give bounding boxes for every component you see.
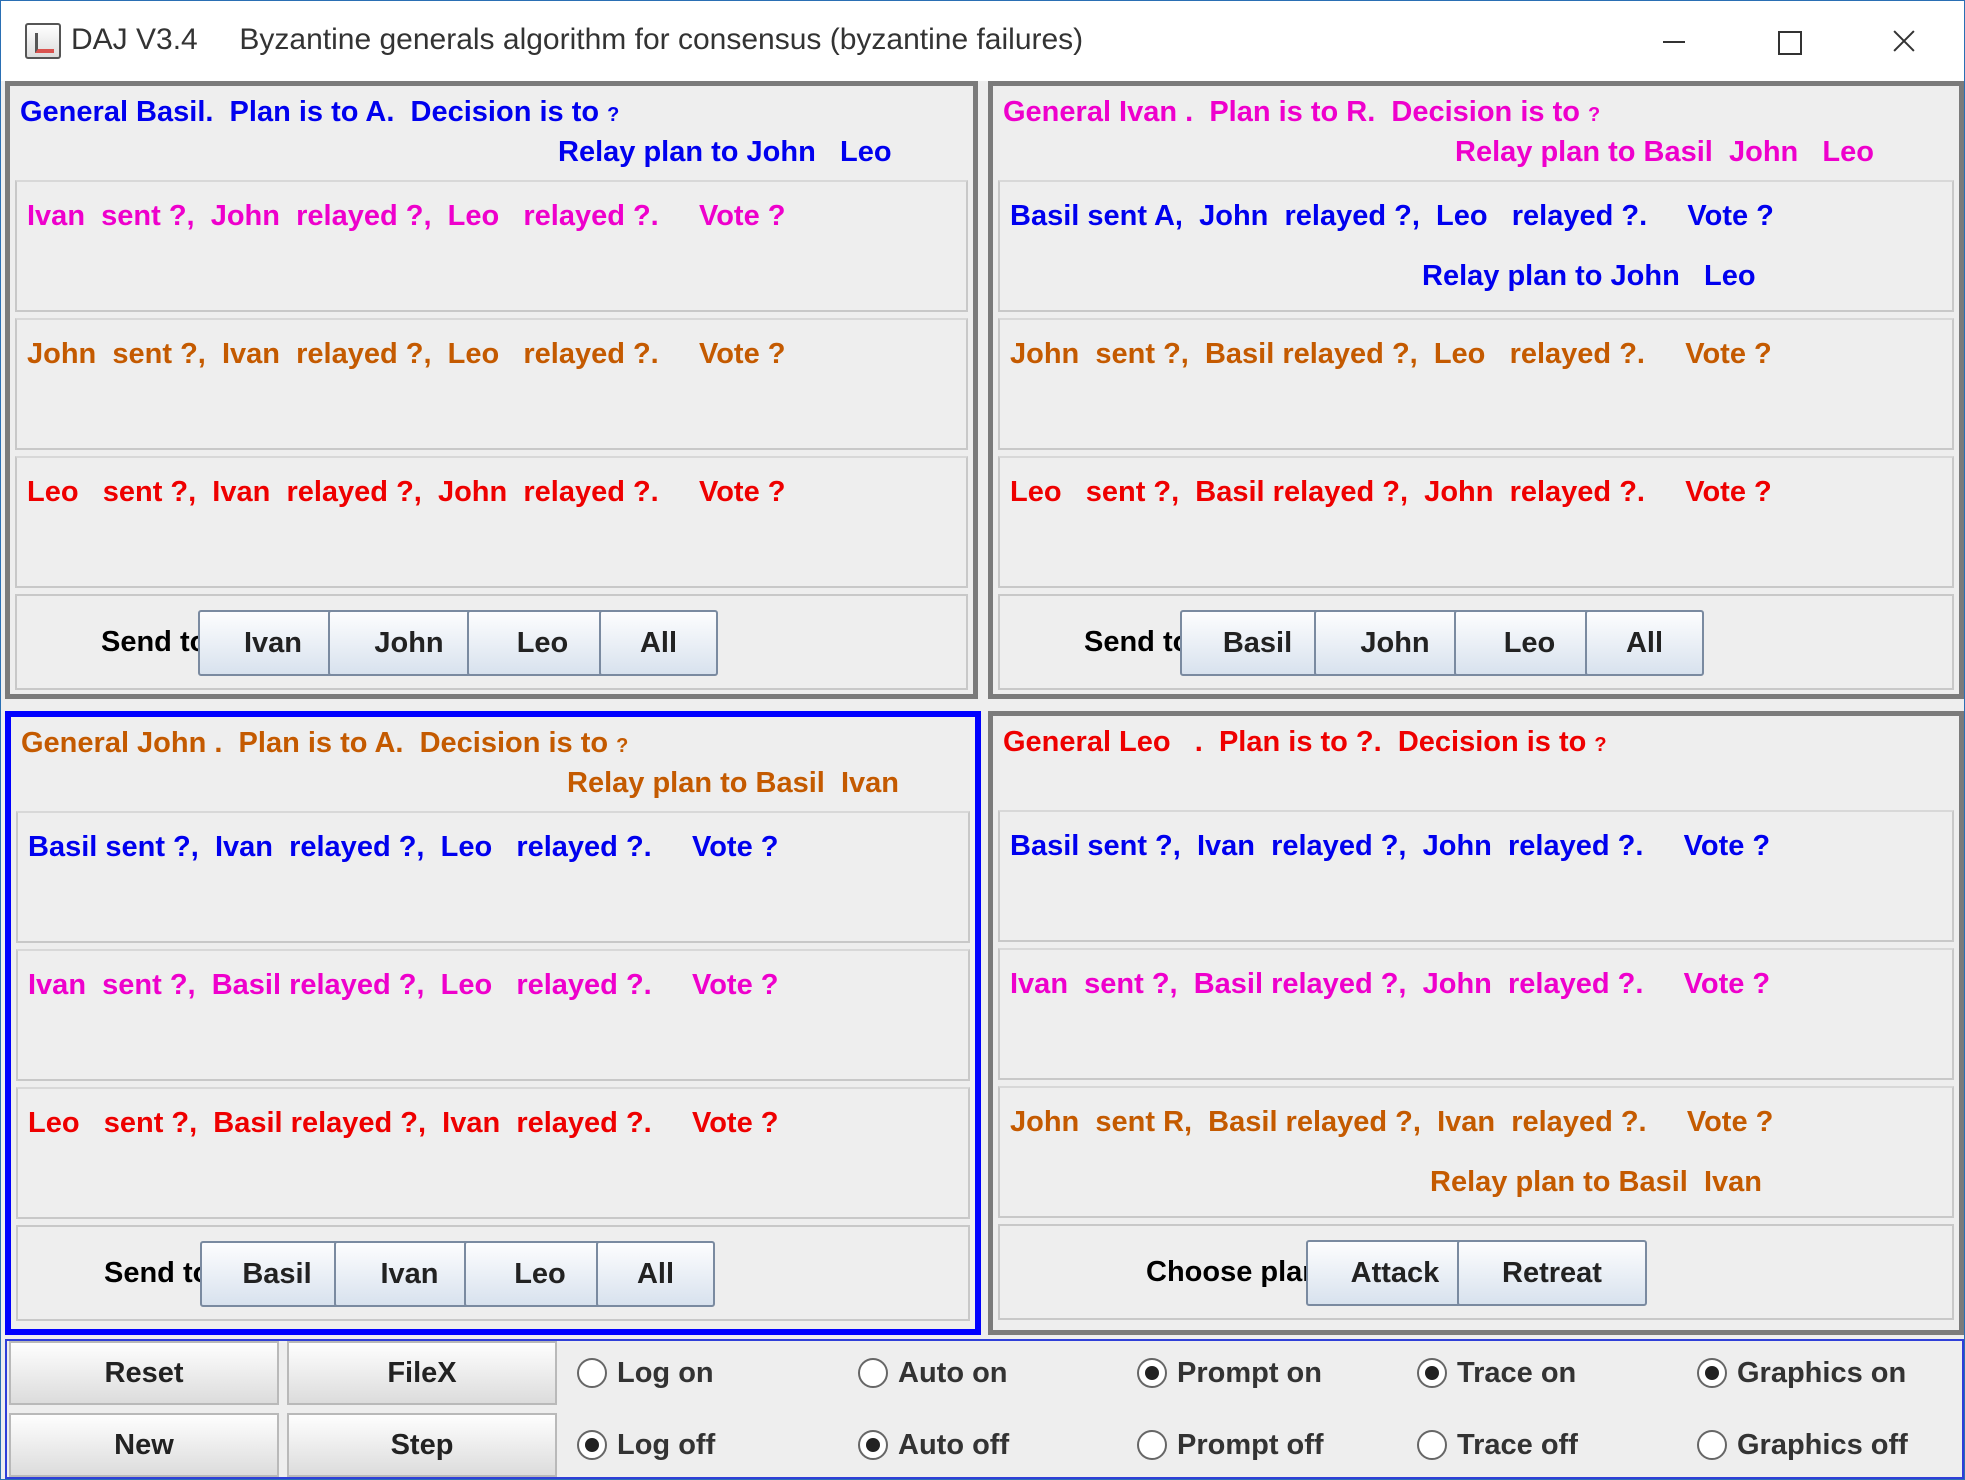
basil-message-row: Leo sent ?, Ivan relayed ?, John relayed… xyxy=(15,456,968,588)
basil-message-row: Ivan sent ?, John relayed ?, Leo relayed… xyxy=(15,180,968,312)
send-to-label: Send to xyxy=(101,626,208,658)
john-row-ivan-text: Ivan sent ?, Basil relayed ?, Leo relaye… xyxy=(28,969,779,1001)
ivan-row-basil-text: Basil sent A, John relayed ?, Leo relaye… xyxy=(1010,200,1774,232)
basil-send-ivan-button[interactable]: Ivan xyxy=(198,610,348,676)
john-message-row: Ivan sent ?, Basil relayed ?, Leo relaye… xyxy=(16,949,970,1081)
app-window: DAJ V3.4 Byzantine generals algorithm fo… xyxy=(0,0,1965,1480)
graphics-off-radio[interactable]: Graphics off xyxy=(1697,1425,1908,1465)
title-bar: DAJ V3.4 Byzantine generals algorithm fo… xyxy=(1,1,1964,81)
basil-message-row: John sent ?, Ivan relayed ?, Leo relayed… xyxy=(15,318,968,450)
new-button[interactable]: New xyxy=(9,1413,279,1477)
john-send-bar: Send to Basil Ivan Leo All xyxy=(16,1225,970,1321)
ivan-header: General Ivan . Plan is to R. Decision is… xyxy=(993,86,1959,180)
leo-message-row: Ivan sent ?, Basil relayed ?, John relay… xyxy=(998,948,1954,1080)
john-send-ivan-button[interactable]: Ivan xyxy=(334,1241,485,1307)
ivan-message-row: John sent ?, Basil relayed ?, Leo relaye… xyxy=(998,318,1954,450)
basil-row-ivan-text: Ivan sent ?, John relayed ?, Leo relayed… xyxy=(27,200,786,232)
send-to-label: Send to xyxy=(1084,626,1191,658)
ivan-status-text: General Ivan . Plan is to R. Decision is… xyxy=(1003,96,1580,128)
ivan-row-john-text: John sent ?, Basil relayed ?, Leo relaye… xyxy=(1010,338,1772,370)
basil-relay-text: Relay plan to John Leo xyxy=(558,136,892,168)
john-send-all-button[interactable]: All xyxy=(596,1241,715,1307)
ivan-send-john-button[interactable]: John xyxy=(1314,610,1476,676)
basil-row-leo-text: Leo sent ?, Ivan relayed ?, John relayed… xyxy=(27,476,786,508)
radio-unselected-icon xyxy=(1137,1430,1167,1460)
trace-off-radio[interactable]: Trace off xyxy=(1417,1425,1578,1465)
john-decision-value: ? xyxy=(616,735,629,757)
radio-selected-icon xyxy=(577,1430,607,1460)
radio-selected-icon xyxy=(1137,1358,1167,1388)
reset-button[interactable]: Reset xyxy=(9,1341,279,1405)
auto-off-radio[interactable]: Auto off xyxy=(858,1425,1009,1465)
radio-selected-icon xyxy=(1417,1358,1447,1388)
john-header: General John . Plan is to A. Decision is… xyxy=(11,717,975,811)
john-row-basil-text: Basil sent ?, Ivan relayed ?, Leo relaye… xyxy=(28,831,779,863)
radio-unselected-icon xyxy=(1417,1430,1447,1460)
close-button[interactable] xyxy=(1863,13,1943,69)
choose-plan-label: Choose plan xyxy=(1146,1256,1321,1288)
ivan-relay-text: Relay plan to Basil John Leo xyxy=(1455,136,1874,168)
john-message-row: Basil sent ?, Ivan relayed ?, Leo relaye… xyxy=(16,811,970,943)
radio-unselected-icon xyxy=(858,1358,888,1388)
step-button[interactable]: Step xyxy=(287,1413,557,1477)
basil-send-bar: Send to Ivan John Leo All xyxy=(15,594,968,690)
leo-message-row: Basil sent ?, Ivan relayed ?, John relay… xyxy=(998,810,1954,942)
prompt-off-radio[interactable]: Prompt off xyxy=(1137,1425,1324,1465)
ivan-message-row: Leo sent ?, Basil relayed ?, John relaye… xyxy=(998,456,1954,588)
john-status-text: General John . Plan is to A. Decision is… xyxy=(21,727,609,759)
leo-decision-value: ? xyxy=(1594,734,1607,756)
basil-status-text: General Basil. Plan is to A. Decision is… xyxy=(20,96,600,128)
radio-unselected-icon xyxy=(1697,1430,1727,1460)
basil-row-john-text: John sent ?, Ivan relayed ?, Leo relayed… xyxy=(27,338,786,370)
filex-button[interactable]: FileX xyxy=(287,1341,557,1405)
log-on-radio[interactable]: Log on xyxy=(577,1353,714,1393)
general-basil-panel: General Basil. Plan is to A. Decision is… xyxy=(5,81,978,699)
basil-decision-value: ? xyxy=(607,104,620,126)
john-row-leo-text: Leo sent ?, Basil relayed ?, Ivan relaye… xyxy=(28,1107,779,1139)
general-john-panel: General John . Plan is to A. Decision is… xyxy=(5,711,981,1335)
ivan-row-leo-text: Leo sent ?, Basil relayed ?, John relaye… xyxy=(1010,476,1772,508)
radio-selected-icon xyxy=(858,1430,888,1460)
retreat-button[interactable]: Retreat xyxy=(1457,1240,1647,1306)
send-to-label: Send to xyxy=(104,1257,211,1289)
leo-row-john-relay: Relay plan to Basil Ivan xyxy=(1430,1166,1762,1198)
ivan-message-row: Basil sent A, John relayed ?, Leo relaye… xyxy=(998,180,1954,312)
basil-send-leo-button[interactable]: Leo xyxy=(467,610,618,676)
trace-on-radio[interactable]: Trace on xyxy=(1417,1353,1576,1393)
control-bar: Reset FileX New Step Log on Log off Auto… xyxy=(5,1339,1964,1479)
java-app-icon xyxy=(25,23,61,59)
general-ivan-panel: General Ivan . Plan is to R. Decision is… xyxy=(988,81,1964,699)
leo-plan-bar: Choose plan Attack Retreat xyxy=(998,1224,1954,1320)
ivan-send-basil-button[interactable]: Basil xyxy=(1180,610,1335,676)
radio-selected-icon xyxy=(1697,1358,1727,1388)
john-relay-text: Relay plan to Basil Ivan xyxy=(567,767,899,799)
john-send-leo-button[interactable]: Leo xyxy=(464,1241,616,1307)
window-title: DAJ V3.4 Byzantine generals algorithm fo… xyxy=(71,23,1084,56)
minimize-button[interactable] xyxy=(1633,13,1713,69)
basil-send-all-button[interactable]: All xyxy=(599,610,718,676)
maximize-button[interactable] xyxy=(1748,13,1828,69)
radio-unselected-icon xyxy=(577,1358,607,1388)
basil-send-john-button[interactable]: John xyxy=(328,610,490,676)
john-send-basil-button[interactable]: Basil xyxy=(200,1241,354,1307)
ivan-send-bar: Send to Basil John Leo All xyxy=(998,594,1954,690)
general-leo-panel: General Leo . Plan is to ?. Decision is … xyxy=(988,711,1964,1335)
leo-row-basil-text: Basil sent ?, Ivan relayed ?, John relay… xyxy=(1010,830,1771,862)
ivan-send-leo-button[interactable]: Leo xyxy=(1454,610,1605,676)
graphics-on-radio[interactable]: Graphics on xyxy=(1697,1353,1906,1393)
ivan-send-all-button[interactable]: All xyxy=(1585,610,1704,676)
prompt-on-radio[interactable]: Prompt on xyxy=(1137,1353,1322,1393)
ivan-row-basil-relay: Relay plan to John Leo xyxy=(1422,260,1756,292)
auto-on-radio[interactable]: Auto on xyxy=(858,1353,1008,1393)
john-message-row: Leo sent ?, Basil relayed ?, Ivan relaye… xyxy=(16,1087,970,1219)
log-off-radio[interactable]: Log off xyxy=(577,1425,715,1465)
leo-row-ivan-text: Ivan sent ?, Basil relayed ?, John relay… xyxy=(1010,968,1771,1000)
leo-message-row: John sent R, Basil relayed ?, Ivan relay… xyxy=(998,1086,1954,1218)
leo-status-text: General Leo . Plan is to ?. Decision is … xyxy=(1003,726,1587,758)
leo-row-john-text: John sent R, Basil relayed ?, Ivan relay… xyxy=(1010,1106,1774,1138)
basil-header: General Basil. Plan is to A. Decision is… xyxy=(10,86,973,180)
leo-header: General Leo . Plan is to ?. Decision is … xyxy=(993,716,1959,810)
ivan-decision-value: ? xyxy=(1588,104,1601,126)
